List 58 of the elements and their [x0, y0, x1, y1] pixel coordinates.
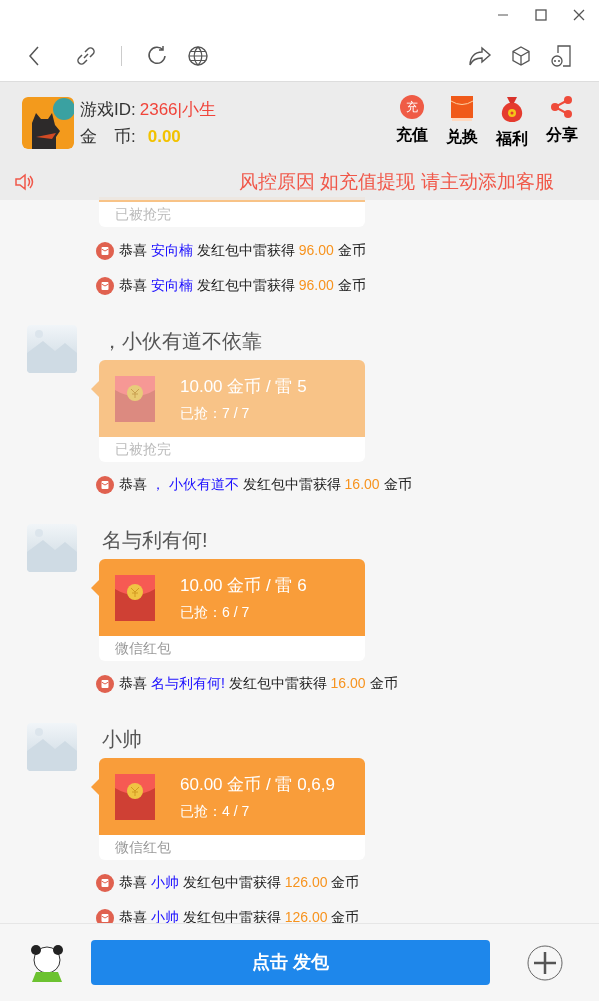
win-notice: 恭喜 小帅 发红包中雷获得 126.00 金币	[119, 873, 360, 892]
coin-balance: 0.00	[147, 126, 181, 148]
packet-status: 微信红包	[115, 639, 171, 658]
envelope-icon	[96, 241, 114, 260]
packet-card[interactable]: 60.00 金币 / 雷 0,6,9 已抢：4 / 7 微信红包	[99, 758, 365, 860]
recharge-icon: 充	[400, 95, 424, 119]
header-action[interactable]: 分享	[545, 95, 579, 151]
packet-status: 微信红包	[115, 838, 171, 857]
envelope-icon	[96, 873, 114, 892]
share-arrow-icon[interactable]	[468, 44, 492, 67]
coin-label: 金 币:	[80, 126, 136, 148]
packet-status: 已被抢完	[115, 440, 171, 459]
send-packet-button[interactable]: 点击 发包	[91, 940, 490, 985]
sender-name: 小帅	[101, 727, 142, 752]
game-id: 2366|小生	[139, 98, 216, 121]
envelope-icon	[115, 774, 155, 820]
packet-amount: 10.00 金币 / 雷 5	[180, 376, 307, 398]
speaker-icon	[14, 173, 34, 191]
envelope-icon	[96, 674, 114, 693]
win-notice: 恭喜 小帅 发红包中雷获得 126.00 金币	[119, 908, 360, 923]
maximize-icon[interactable]	[535, 9, 547, 21]
win-notice: 恭喜 名与利有何! 发红包中雷获得 16.00 金币	[119, 674, 398, 693]
globe-icon[interactable]	[187, 44, 209, 67]
grab-count: 已抢：6 / 7	[180, 603, 251, 622]
header-action[interactable]: 福利	[495, 95, 529, 151]
device-icon[interactable]	[550, 43, 572, 68]
envelope-icon	[115, 575, 155, 621]
win-notice: 恭喜 ， 小伙有道不 发红包中雷获得 16.00 金币	[119, 475, 412, 494]
grab-count: 已抢：4 / 7	[180, 802, 251, 821]
header-action[interactable]: 充 充值	[395, 95, 429, 151]
game-id-label: 游戏ID:	[80, 98, 136, 121]
packet-card[interactable]: 10.00 金币 / 雷 5 已抢：7 / 7 已被抢完	[99, 360, 365, 462]
bubble-pointer	[91, 381, 99, 397]
grab-count: 已抢：7 / 7	[180, 404, 251, 423]
win-notice: 恭喜 安向楠 发红包中雷获得 96.00 金币	[119, 276, 366, 295]
envelope-icon	[96, 475, 114, 494]
packet-status: 已被抢完	[115, 205, 171, 224]
cube-icon[interactable]	[510, 44, 532, 67]
win-notice: 恭喜 安向楠 发红包中雷获得 96.00 金币	[119, 241, 366, 260]
sender-name: 名与利有何!	[101, 528, 208, 553]
share-icon	[550, 95, 574, 119]
packet-amount: 60.00 金币 / 雷 0,6,9	[180, 774, 335, 796]
bubble-pointer	[91, 779, 99, 795]
packet-amount: 10.00 金币 / 雷 6	[180, 575, 307, 597]
header-action[interactable]: 兑换	[445, 95, 479, 151]
close-icon[interactable]	[573, 9, 585, 21]
sender-name: ，小伙有道不依靠	[101, 329, 262, 354]
add-icon[interactable]	[527, 944, 563, 981]
reload-icon[interactable]	[146, 44, 168, 67]
marquee-text: 风控原因 如充值提现 请主动添加客服	[239, 169, 554, 194]
back-icon[interactable]	[27, 44, 41, 67]
envelope-icon	[450, 95, 474, 121]
bubble-pointer	[91, 580, 99, 596]
envelope-icon	[96, 276, 114, 295]
money-bag-icon	[499, 95, 525, 123]
envelope-icon	[115, 376, 155, 422]
packet-card[interactable]: 10.00 金币 / 雷 6 已抢：6 / 7 微信红包	[99, 559, 365, 661]
link-icon[interactable]	[75, 44, 97, 67]
